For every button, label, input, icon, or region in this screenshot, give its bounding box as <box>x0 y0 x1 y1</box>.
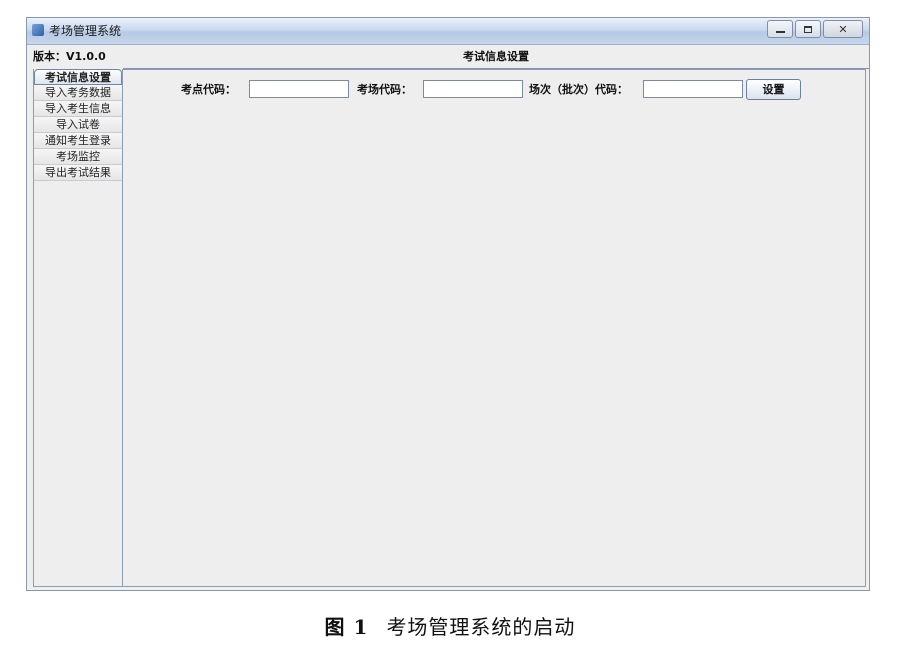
sidebar-item-import-exam-data[interactable]: 导入考务数据 <box>34 85 122 101</box>
sidebar-item-export-results[interactable]: 导出考试结果 <box>34 165 122 181</box>
window-title: 考场管理系统 <box>49 24 122 38</box>
session-code-label: 场次（批次）代码： <box>529 83 628 96</box>
minimize-button[interactable] <box>767 20 793 38</box>
figure-caption: 图 1 考场管理系统的启动 <box>0 611 900 640</box>
sidebar-item-notify-login[interactable]: 通知考生登录 <box>34 133 122 149</box>
panel-title: 考试信息设置 <box>463 50 529 63</box>
room-code-label: 考场代码： <box>357 83 412 96</box>
site-code-label: 考点代码： <box>181 83 236 96</box>
site-code-input[interactable] <box>249 80 349 98</box>
maximize-icon <box>804 25 812 33</box>
exam-settings-form: 考点代码： 考场代码： 场次（批次）代码： 设置 <box>123 79 865 100</box>
title-bar[interactable]: 考场管理系统 ✕ <box>27 18 869 45</box>
sidebar-item-monitor[interactable]: 考场监控 <box>34 149 122 165</box>
close-button[interactable]: ✕ <box>823 20 863 38</box>
set-button[interactable]: 设置 <box>746 79 801 100</box>
content-panel: 考点代码： 考场代码： 场次（批次）代码： 设置 <box>123 69 866 587</box>
room-code-input[interactable] <box>423 80 523 98</box>
window-controls: ✕ <box>767 20 863 38</box>
app-icon <box>32 24 44 36</box>
maximize-button[interactable] <box>795 20 821 38</box>
version-label: 版本：V1.0.0 <box>33 50 106 63</box>
figure-number: 图 1 <box>324 615 369 639</box>
sidebar-item-exam-settings[interactable]: 考试信息设置 <box>34 69 122 85</box>
close-icon: ✕ <box>838 22 848 36</box>
session-code-input[interactable] <box>643 80 743 98</box>
sidebar-item-import-candidates[interactable]: 导入考生信息 <box>34 101 122 117</box>
caption-text: 考场管理系统的启动 <box>386 615 576 639</box>
app-window: 考场管理系统 ✕ 版本：V1.0.0 考试信息设置 考试信息设置 导入考务数据 … <box>26 17 870 591</box>
sidebar-item-import-papers[interactable]: 导入试卷 <box>34 117 122 133</box>
minimize-icon <box>775 31 785 33</box>
sidebar: 考试信息设置 导入考务数据 导入考生信息 导入试卷 通知考生登录 考场监控 导出… <box>33 69 123 587</box>
